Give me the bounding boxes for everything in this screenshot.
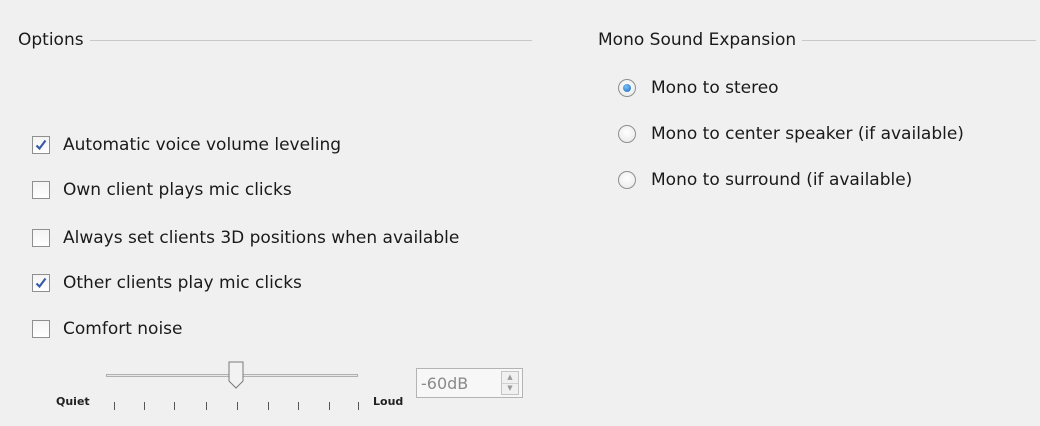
radio-label: Mono to surround (if available) [651,170,913,190]
slider-tick [174,402,175,410]
options-group-title: Options [18,30,90,50]
radio-selected-dot [623,84,631,92]
radio-mono-to-surround[interactable]: Mono to surround (if available) [618,168,912,192]
checkbox-box[interactable] [32,181,50,199]
slider-tick [206,402,207,410]
comfort-noise-spinbox[interactable]: -60dB ▲ ▼ [416,368,523,398]
slider-tick [114,402,115,410]
slider-tick [358,402,359,410]
checkmark-icon [35,139,47,151]
slider-min-label: Quiet [56,395,90,408]
checkbox-always-set-3d-positions[interactable]: Always set clients 3D positions when ava… [32,226,459,250]
radio-button[interactable] [618,79,636,97]
slider-tick [268,402,269,410]
spinbox-buttons: ▲ ▼ [501,371,519,395]
checkbox-box[interactable] [32,229,50,247]
checkbox-other-clients-play-mic-clicks[interactable]: Other clients play mic clicks [32,271,302,295]
radio-button[interactable] [618,125,636,143]
radio-button[interactable] [618,171,636,189]
checkbox-label: Own client plays mic clicks [63,180,292,200]
mono-group-title: Mono Sound Expansion [598,30,803,50]
slider-tick [237,402,238,410]
slider-tick [144,402,145,410]
slider-thumb[interactable] [228,361,244,389]
checkbox-label: Automatic voice volume leveling [63,135,342,155]
checkbox-comfort-noise[interactable]: Comfort noise [32,317,183,341]
spin-down-icon[interactable]: ▼ [502,382,518,395]
checkbox-box[interactable] [32,320,50,338]
checkbox-own-client-plays-mic-clicks[interactable]: Own client plays mic clicks [32,178,292,202]
checkbox-box[interactable] [32,136,50,154]
spin-up-icon[interactable]: ▲ [502,372,518,383]
options-group-line [18,40,532,41]
radio-label: Mono to stereo [651,78,779,98]
checkbox-label: Comfort noise [63,319,183,339]
checkbox-box[interactable] [32,274,50,292]
radio-mono-to-stereo[interactable]: Mono to stereo [618,76,779,100]
radio-mono-to-center[interactable]: Mono to center speaker (if available) [618,122,964,146]
slider-tick [329,402,330,410]
radio-label: Mono to center speaker (if available) [651,124,964,144]
checkbox-label: Always set clients 3D positions when ava… [63,228,460,248]
spinbox-value[interactable]: -60dB [417,374,501,393]
slider-tick [298,402,299,410]
checkbox-label: Other clients play mic clicks [63,273,302,293]
checkbox-automatic-voice-volume-leveling[interactable]: Automatic voice volume leveling [32,133,341,157]
slider-max-label: Loud [373,395,404,408]
checkmark-icon [35,277,47,289]
